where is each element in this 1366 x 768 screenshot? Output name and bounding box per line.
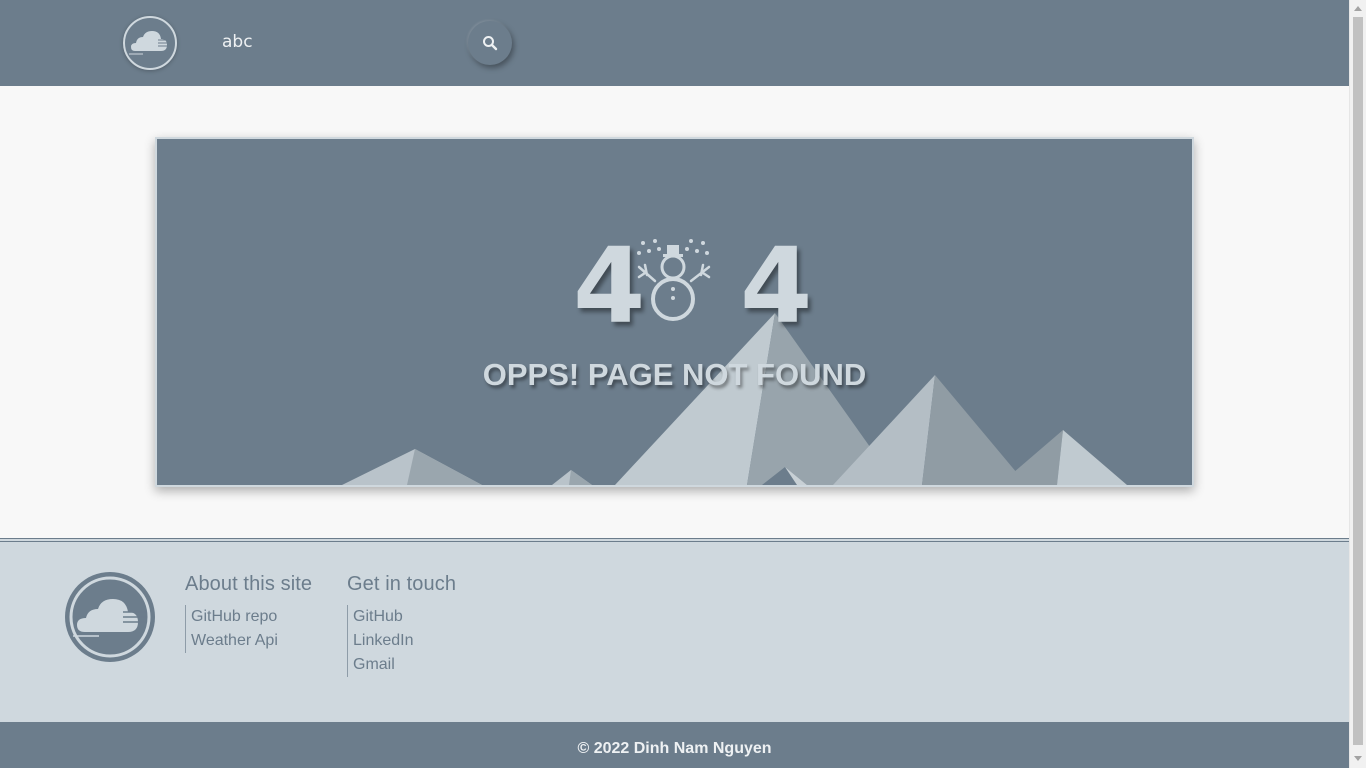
- footer-contact: Get in touch GitHub LinkedIn Gmail: [347, 573, 456, 677]
- footer-logo: [65, 572, 155, 662]
- scrollbar[interactable]: [1349, 0, 1366, 768]
- error-digit-right: 4: [740, 225, 813, 347]
- footer-about-links: GitHub repo Weather Api: [185, 605, 312, 653]
- link-weather-api[interactable]: Weather Api: [191, 629, 312, 653]
- search-icon: [483, 36, 498, 51]
- main-content: 4 4 OPPS! PAGE NOT FOUND: [0, 86, 1349, 538]
- search-input[interactable]: [222, 32, 452, 52]
- error-card: 4 4 OPPS! PAGE NOT FOUND: [155, 137, 1194, 487]
- cloud-wind-icon: [129, 31, 171, 55]
- cloud-wind-icon: [69, 576, 151, 658]
- footer: About this site GitHub repo Weather Api …: [0, 542, 1349, 722]
- footer-contact-links: GitHub LinkedIn Gmail: [347, 605, 456, 677]
- link-gmail[interactable]: Gmail: [353, 653, 456, 677]
- scroll-down-icon[interactable]: [1354, 756, 1362, 761]
- scroll-thumb[interactable]: [1353, 17, 1363, 745]
- error-message: OPPS! PAGE NOT FOUND: [482, 357, 867, 392]
- link-github-repo[interactable]: GitHub repo: [191, 605, 312, 629]
- link-github[interactable]: GitHub: [353, 605, 456, 629]
- footer-about: About this site GitHub repo Weather Api: [185, 573, 312, 653]
- footer-about-title: About this site: [185, 573, 313, 595]
- scroll-up-icon[interactable]: [1354, 6, 1362, 11]
- site-logo[interactable]: [123, 16, 177, 70]
- page: 4: [0, 0, 1349, 768]
- error-code: 4 4: [157, 231, 1192, 341]
- header: [0, 0, 1349, 86]
- footer-contact-title: Get in touch: [347, 573, 457, 595]
- snowman-icon: [637, 239, 711, 321]
- copyright-bar: © 2022 Dinh Nam Nguyen: [0, 722, 1349, 768]
- link-linkedin[interactable]: LinkedIn: [353, 629, 456, 653]
- search-button[interactable]: [468, 21, 512, 65]
